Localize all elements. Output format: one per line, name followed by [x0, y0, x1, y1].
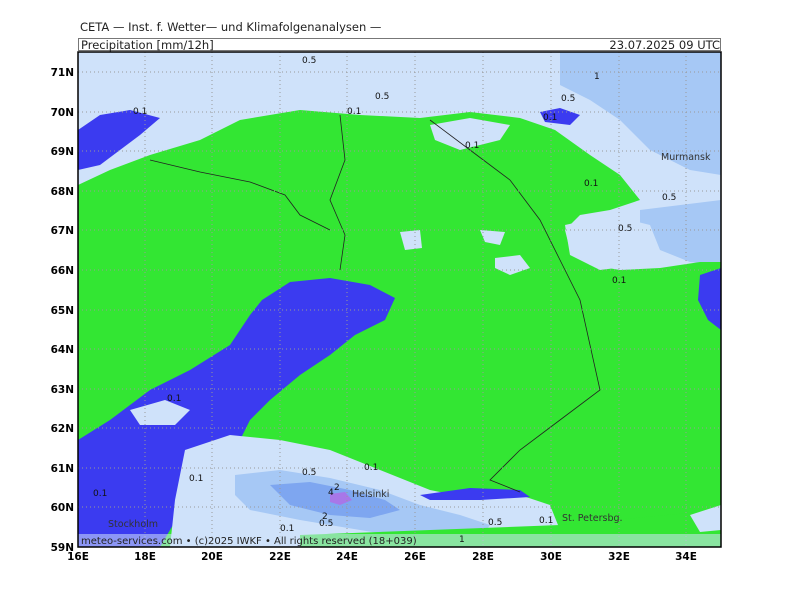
lon-tick-label: 18E [134, 551, 156, 563]
contour-label: 0.5 [375, 92, 389, 102]
contour-label: 0.1 [280, 524, 294, 534]
lat-tick-label: 64N [51, 344, 74, 356]
contour-label: 0.5 [662, 193, 676, 203]
lon-tick-label: 34E [675, 551, 697, 563]
lat-tick-label: 71N [51, 67, 74, 79]
contour-label: 1 [459, 535, 465, 545]
lon-tick-label: 30E [540, 551, 562, 563]
lon-tick-label: 32E [608, 551, 630, 563]
lat-tick-label: 70N [51, 107, 74, 119]
contour-label: 0.5 [488, 518, 502, 528]
contour-label: 0.5 [302, 468, 316, 478]
lon-tick-label: 24E [336, 551, 358, 563]
contour-label: 0.1 [539, 516, 553, 526]
precipitation-map: meteo-services.com • (c)2025 IWKF • All … [51, 51, 722, 563]
contour-label: 0.1 [133, 107, 147, 117]
lat-tick-label: 69N [51, 146, 74, 158]
contour-label: 2 [334, 483, 340, 493]
lat-tick-label: 62N [51, 423, 74, 435]
lat-tick-label: 60N [51, 502, 74, 514]
city-murmansk: Murmansk [661, 152, 711, 163]
lat-tick-label: 65N [51, 305, 74, 317]
contour-label: 0.1 [543, 113, 557, 123]
lon-tick-label: 22E [269, 551, 291, 563]
contour-label: 0.1 [364, 463, 378, 473]
lat-tick-label: 63N [51, 384, 74, 396]
contour-label: 0.1 [93, 489, 107, 499]
valid-time: 23.07.2025 09 UTC [609, 38, 720, 52]
variable-label: Precipitation [mm/12h] [81, 38, 214, 52]
lon-tick-label: 20E [201, 551, 223, 563]
contour-label: 0.1 [612, 276, 626, 286]
contour-label: 0.1 [167, 394, 181, 404]
footer-credit: meteo-services.com • (c)2025 IWKF • All … [81, 536, 417, 547]
lat-tick-label: 59N [51, 542, 74, 554]
city-helsinki: Helsinki [352, 489, 389, 500]
contour-label: 0.1 [347, 107, 361, 117]
lon-tick-label: 28E [472, 551, 494, 563]
lat-tick-label: 66N [51, 265, 74, 277]
contour-label: 0.1 [584, 179, 598, 189]
city-stockholm: Stockholm [108, 519, 158, 530]
contour-label: 0.1 [465, 141, 479, 151]
city-st-petersburg: St. Petersbg. [562, 513, 623, 524]
lon-axis: 16E 18E 20E 22E 24E 26E 28E 30E 32E 34E [67, 551, 697, 563]
lat-axis: 71N 70N 69N 68N 67N 66N 65N 64N 63N 62N … [51, 67, 74, 554]
contour-label: 0.5 [561, 94, 575, 104]
contour-label: 0.5 [618, 224, 632, 234]
contour-label: 4 [328, 488, 334, 498]
lat-tick-label: 67N [51, 225, 74, 237]
lon-tick-label: 26E [404, 551, 426, 563]
lat-tick-label: 61N [51, 463, 74, 475]
source-title: CETA — Inst. f. Wetter— und Klimafolgena… [80, 20, 382, 34]
contour-label: 0.5 [302, 56, 316, 66]
contour-label: 0.5 [319, 519, 333, 529]
lat-tick-label: 68N [51, 186, 74, 198]
contour-label: 1 [594, 72, 600, 82]
contour-label: 0.1 [189, 474, 203, 484]
